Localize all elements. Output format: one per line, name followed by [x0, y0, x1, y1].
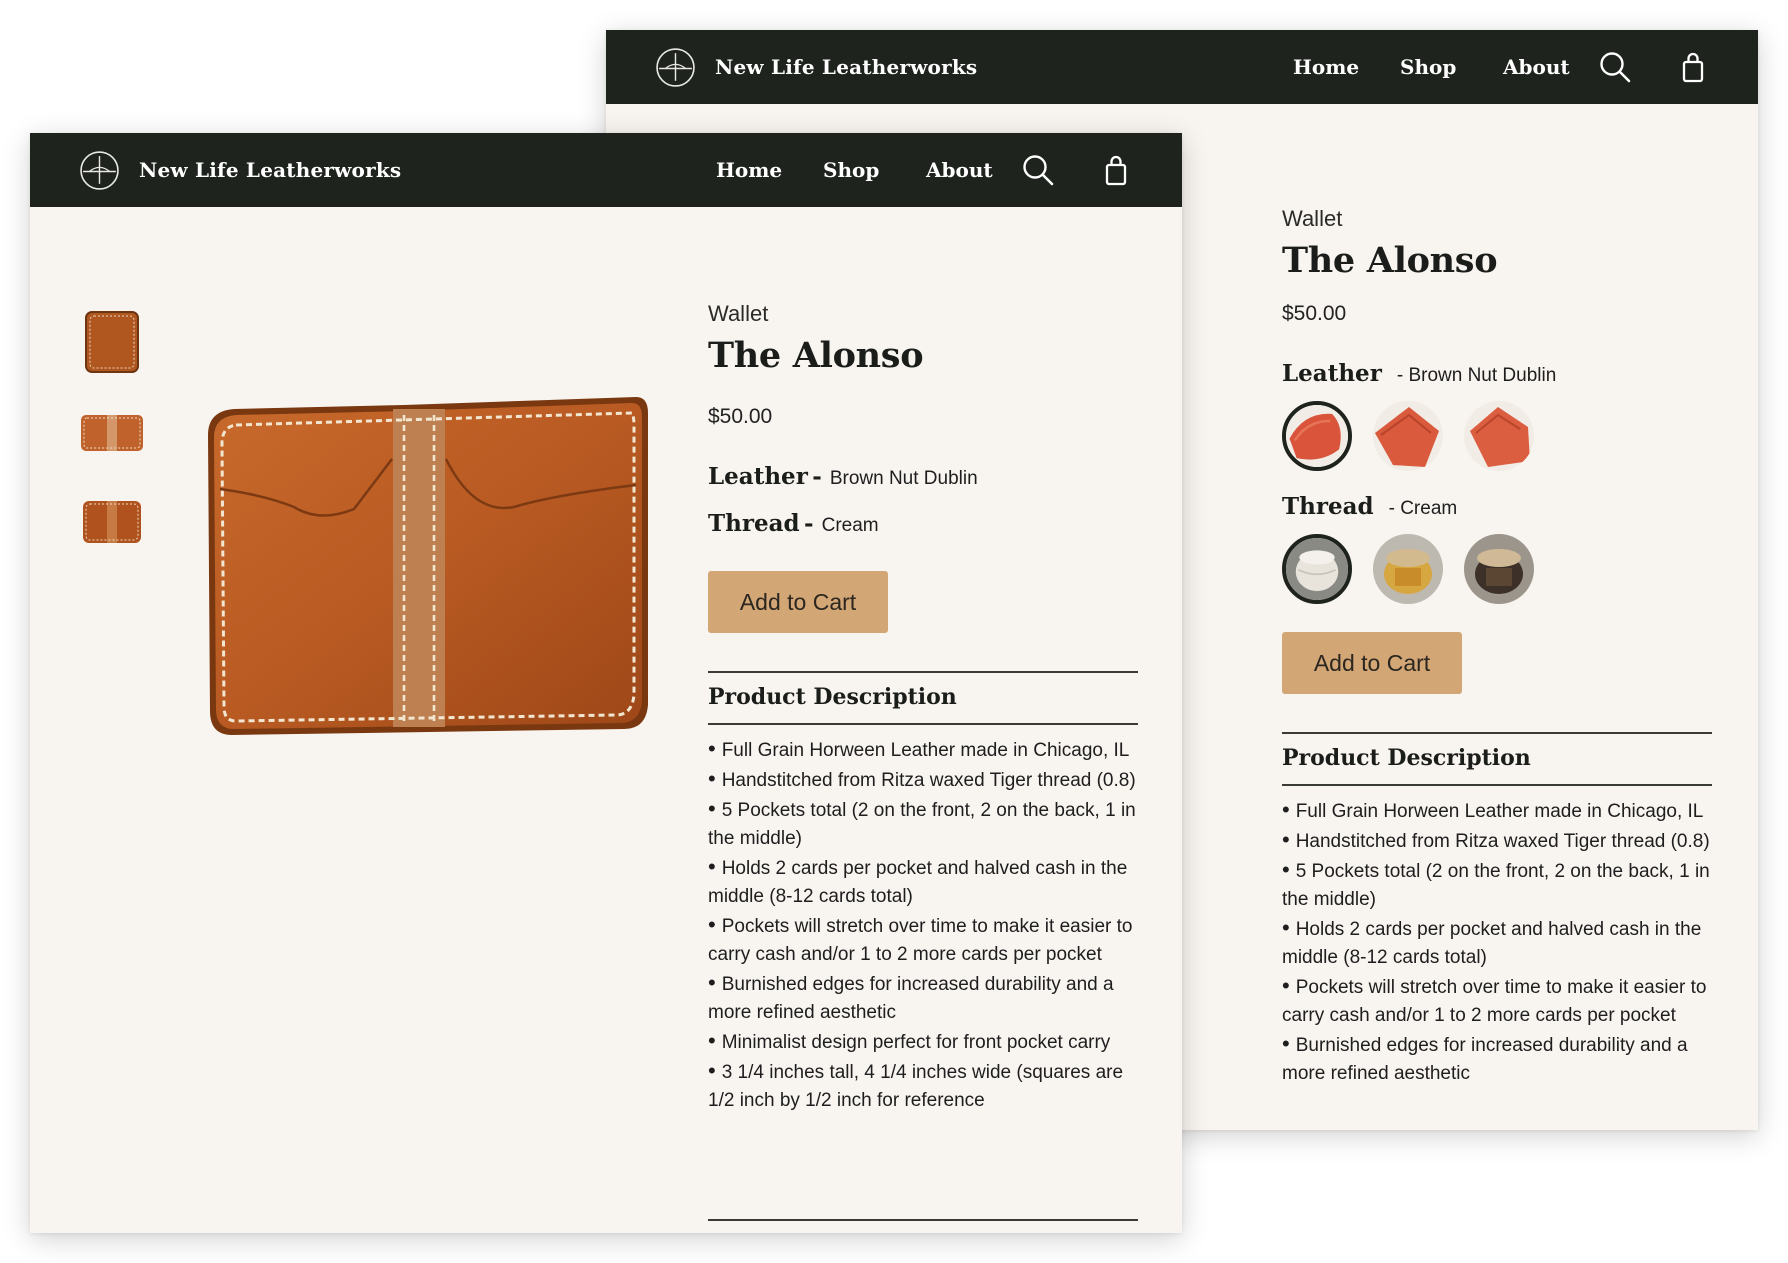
description-list: Full Grain Horween Leather made in Chica… — [1282, 796, 1714, 1088]
thread-value: Cream — [1400, 498, 1458, 519]
logo-icon[interactable] — [655, 47, 696, 88]
thread-value: Cream — [821, 515, 879, 536]
description-heading: Product Description — [1282, 745, 1531, 771]
logo-icon[interactable] — [79, 150, 120, 191]
list-item: Pockets will stretch over time to make i… — [1282, 972, 1714, 1030]
navbar: New Life Leatherworks Home Shop About — [606, 30, 1758, 104]
list-item: Full Grain Horween Leather made in Chica… — [1282, 796, 1714, 826]
list-item: Minimalist design perfect for front pock… — [708, 1027, 1140, 1057]
thread-label: Thread — [708, 510, 800, 537]
brand-name[interactable]: New Life Leatherworks — [139, 158, 401, 182]
leather-separator: - — [1386, 365, 1409, 386]
thread-option-row: Thread - Cream — [708, 510, 879, 537]
description-list: Full Grain Horween Leather made in Chica… — [708, 735, 1140, 1115]
leather-swatch-3[interactable] — [1464, 401, 1534, 471]
add-to-cart-button[interactable]: Add to Cart — [1282, 632, 1462, 694]
shopping-bag-icon[interactable] — [1676, 50, 1710, 84]
description-heading: Product Description — [708, 684, 957, 710]
product-title: The Alonso — [1282, 240, 1498, 281]
divider — [708, 671, 1138, 673]
product-price: $50.00 — [1282, 302, 1347, 325]
list-item: Pockets will stretch over time to make i… — [708, 911, 1140, 969]
thread-swatch-cream[interactable] — [1282, 534, 1352, 604]
thumbnail-1[interactable] — [84, 310, 140, 374]
leather-option-row: Leather - Brown Nut Dublin — [708, 463, 978, 490]
thread-swatch-gold[interactable] — [1373, 534, 1443, 604]
nav-about-link[interactable]: About — [1503, 55, 1570, 79]
thumbnail-3[interactable] — [81, 499, 143, 545]
nav-home-link[interactable]: Home — [716, 158, 782, 182]
thread-option-row: Thread - Cream — [1282, 493, 1457, 520]
list-item: Burnished edges for increased durability… — [708, 969, 1140, 1027]
nav-about-link[interactable]: About — [926, 158, 993, 182]
list-item: 5 Pockets total (2 on the front, 2 on th… — [1282, 856, 1714, 914]
leather-separator: - — [812, 463, 830, 490]
thumbnail-2[interactable] — [79, 413, 145, 453]
shopping-bag-icon[interactable] — [1099, 153, 1133, 187]
thread-separator: - — [1378, 498, 1401, 519]
leather-value: Brown Nut Dublin — [1408, 365, 1557, 386]
thread-swatch-dark[interactable] — [1464, 534, 1534, 604]
list-item: Holds 2 cards per pocket and halved cash… — [708, 853, 1140, 911]
thread-separator: - — [804, 510, 822, 537]
list-item: Holds 2 cards per pocket and halved cash… — [1282, 914, 1714, 972]
product-category: Wallet — [1282, 206, 1343, 231]
divider — [1282, 784, 1712, 786]
thread-label: Thread — [1282, 493, 1374, 520]
brand-name[interactable]: New Life Leatherworks — [715, 55, 977, 79]
search-icon[interactable] — [1598, 50, 1632, 84]
list-item: 3 1/4 inches tall, 4 1/4 inches wide (sq… — [708, 1057, 1140, 1115]
nav-shop-link[interactable]: Shop — [1400, 55, 1456, 79]
product-title: The Alonso — [708, 335, 924, 376]
list-item: Full Grain Horween Leather made in Chica… — [708, 735, 1140, 765]
add-to-cart-button[interactable]: Add to Cart — [708, 571, 888, 633]
leather-swatch-1[interactable] — [1282, 401, 1352, 471]
product-main-image — [208, 397, 648, 735]
search-icon[interactable] — [1021, 153, 1055, 187]
nav-shop-link[interactable]: Shop — [823, 158, 879, 182]
divider — [708, 723, 1138, 725]
list-item: Handstitched from Ritza waxed Tiger thre… — [708, 765, 1140, 795]
leather-option-row: Leather - Brown Nut Dublin — [1282, 360, 1556, 387]
product-page-window-front: New Life Leatherworks Home Shop About Wa… — [30, 133, 1182, 1233]
list-item: Burnished edges for increased durability… — [1282, 1030, 1714, 1088]
list-item: Handstitched from Ritza waxed Tiger thre… — [1282, 826, 1714, 856]
leather-label: Leather — [708, 463, 808, 490]
list-item: 5 Pockets total (2 on the front, 2 on th… — [708, 795, 1140, 853]
product-category: Wallet — [708, 301, 769, 326]
divider — [1282, 732, 1712, 734]
leather-label: Leather — [1282, 360, 1382, 387]
divider — [708, 1219, 1138, 1221]
navbar: New Life Leatherworks Home Shop About — [30, 133, 1182, 207]
nav-home-link[interactable]: Home — [1293, 55, 1359, 79]
leather-swatch-2[interactable] — [1373, 401, 1443, 471]
product-price: $50.00 — [708, 405, 773, 428]
leather-value: Brown Nut Dublin — [829, 468, 978, 489]
